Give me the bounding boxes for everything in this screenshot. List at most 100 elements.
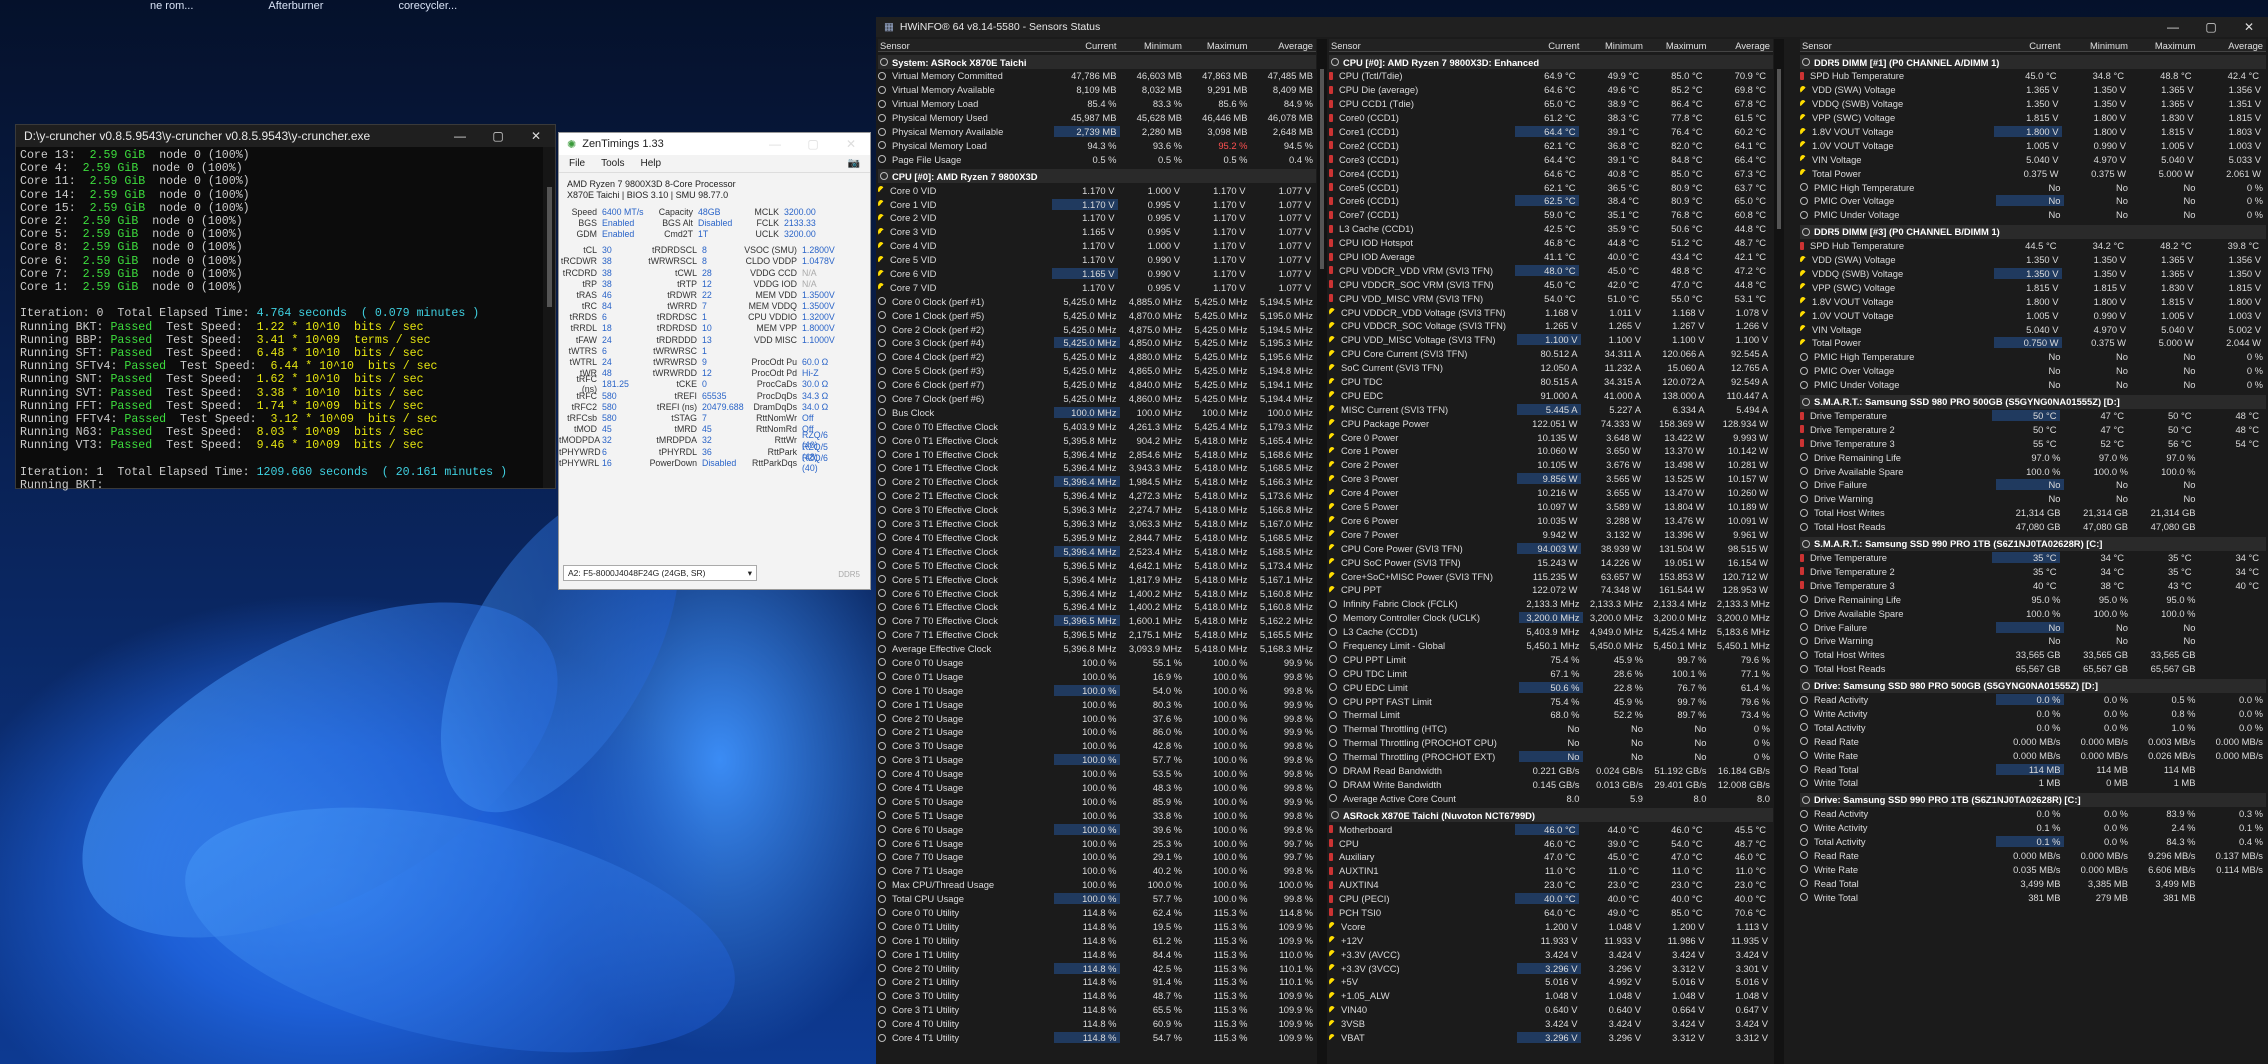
sensor-row[interactable]: CPU VDDCR_VDD Voltage (SVI3 TFN) 1.168 V1… (1329, 305, 1773, 319)
sensor-row[interactable]: Total Activity 0.0 % 0.0 % 1.0 % 0.0 % (1800, 720, 2266, 734)
sensor-row[interactable]: 1.0V VOUT Voltage 1.005 V 0.990 V 1.005 V 1.… (1800, 138, 2266, 152)
sensor-row[interactable]: Infinity Fabric Clock (FCLK) 2,133.3 MHz 2… (1329, 597, 1773, 611)
sensor-row[interactable]: Total Host Writes 21,314 GB 21,314 GB 21,31… (1800, 506, 2266, 520)
sensor-row[interactable]: Motherboard 46.0 °C 44.0 °C 46.0 °C 45.5 °C (1329, 822, 1773, 836)
sensor-row[interactable]: Core1 (CCD1) 64.4 °C 39.1 °C 76.4 °C 60.2 °C (1329, 125, 1773, 139)
hwinfo-sensors-window[interactable]: ▦ HWiNFO® 64 v8.14-5580 - Sensors Status… (876, 17, 2268, 1064)
sensor-row[interactable]: VBAT 3.296 V 3.296 V 3.312 V 3.312 V (1329, 1031, 1773, 1045)
sensor-row[interactable]: SoC Current (SVI3 TFN) 12.050 A 11.232 A 15… (1329, 361, 1773, 375)
sensor-row[interactable]: Drive Temperature 3 55 °C 52 °C 56 °C 54 °C (1800, 436, 2266, 450)
sensor-row[interactable]: Total Power 0.375 W 0.375 W 5.000 W 2.061 W (1800, 166, 2266, 180)
minimize-icon[interactable]: — (2154, 20, 2192, 34)
sensor-row[interactable]: Drive Temperature 50 °C 47 °C 50 °C 48 °C (1800, 409, 2266, 423)
sensor-row[interactable]: CPU VDDCR_SOC Voltage (SVI3 TFN) 1.265 V1… (1329, 319, 1773, 333)
sensor-group-header[interactable]: S.M.A.R.T.: Samsung SSD 980 PRO 500GB (S… (1800, 394, 2266, 409)
sensor-group-header[interactable]: Drive: Samsung SSD 990 PRO 1TB (S6Z1NJ0T… (1800, 792, 2266, 807)
sensor-row[interactable]: SPD Hub Temperature 44.5 °C 34.2 °C 48.2 °C… (1800, 239, 2266, 253)
console-titlebar[interactable]: D:\y-cruncher v0.8.5.9543\y-cruncher v0.… (16, 125, 555, 147)
sensor-row[interactable]: Core 6 T1 Usage 100.0 % 25.3 % 100.0 % 99.7 … (878, 836, 1316, 850)
sensor-row[interactable]: Total Power 0.750 W 0.375 W 5.000 W 2.044 W (1800, 336, 2266, 350)
sensor-row[interactable]: +3.3V (AVCC) 3.424 V 3.424 V 3.424 V 3.424 V (1329, 947, 1773, 961)
sensor-row[interactable]: Thermal Throttling (HTC) No No No 0 % (1329, 722, 1773, 736)
menu-file[interactable]: File (569, 158, 585, 169)
sensor-row[interactable]: Core7 (CCD1) 59.0 °C 35.1 °C 76.8 °C 60.8 °C (1329, 208, 1773, 222)
minimize-icon[interactable]: — (441, 129, 479, 143)
sensor-row[interactable]: Core 3 Power 9.856 W 3.565 W 13.525 W 10.157… (1329, 472, 1773, 486)
sensor-row[interactable]: PMIC High Temperature No No No 0 % (1800, 350, 2266, 364)
sensor-row[interactable]: Core 4 T0 Effective Clock 5,395.9 MHz 2,84… (878, 531, 1316, 545)
sensor-row[interactable]: Write Rate 0.000 MB/s 0.000 MB/s 0.026 MB/s… (1800, 748, 2266, 762)
sensor-row[interactable]: Write Total 1 MB 0 MB 1 MB (1800, 776, 2266, 790)
sensor-row[interactable]: Core 6 T0 Usage 100.0 % 39.6 % 100.0 % 99.8 … (878, 822, 1316, 836)
sensor-row[interactable]: DRAM Read Bandwidth 0.221 GB/s 0.024 GB/s 5… (1329, 764, 1773, 778)
sensor-row[interactable]: Virtual Memory Committed 47,786 MB 46,603 … (878, 69, 1316, 83)
sensor-row[interactable]: PMIC High Temperature No No No 0 % (1800, 180, 2266, 194)
zentimings-titlebar[interactable]: ✺ ZenTimings 1.33 — ▢ ✕ (559, 133, 870, 155)
sensor-row[interactable]: CPU IOD Average 41.1 °C 40.0 °C 43.4 °C 42.1… (1329, 250, 1773, 264)
sensor-row[interactable]: Physical Memory Used 45,987 MB 45,628 MB 46… (878, 111, 1316, 125)
sensor-row[interactable]: Thermal Throttling (PROCHOT CPU) No No No 0 … (1329, 736, 1773, 750)
sensor-row[interactable]: Read Activity 0.0 % 0.0 % 83.9 % 0.3 % (1800, 807, 2266, 821)
sensor-row[interactable]: Write Rate 0.035 MB/s 0.000 MB/s 6.606 MB/s… (1800, 862, 2266, 876)
sensor-row[interactable]: Virtual Memory Available 8,109 MB 8,032 MB… (878, 83, 1316, 97)
sensor-row[interactable]: Core 3 VID 1.165 V 0.995 V 1.170 V 1.077 V (878, 225, 1316, 239)
sensor-row[interactable]: Total Host Writes 33,565 GB 33,565 GB 33,56… (1800, 648, 2266, 662)
sensor-group-header[interactable]: ASRock X870E Taichi (Nuvoton NCT6799D) (1329, 808, 1773, 823)
sensor-group-header[interactable]: DDR5 DIMM [#1] (P0 CHANNEL A/DIMM 1) (1800, 55, 2266, 69)
sensor-row[interactable]: Core 6 T0 Effective Clock 5,396.4 MHz 1,40… (878, 586, 1316, 600)
sensor-row[interactable]: Physical Memory Load 94.3 % 93.6 % 95.2 % 94… (878, 138, 1316, 152)
sensor-row[interactable]: Core 5 Clock (perf #3) 5,425.0 MHz 4,865.0… (878, 364, 1316, 378)
y-cruncher-console-window[interactable]: D:\y-cruncher v0.8.5.9543\y-cruncher v0.… (15, 124, 556, 492)
sensor-row[interactable]: VDDQ (SWB) Voltage 1.350 V 1.350 V 1.365 V1… (1800, 267, 2266, 281)
sensor-row[interactable]: Core 4 T0 Utility 114.8 % 60.9 % 115.3 % 109… (878, 1017, 1316, 1031)
column-header-average[interactable]: Average (2199, 40, 2267, 51)
sensor-row[interactable]: AUXTIN4 23.0 °C 23.0 °C 23.0 °C 23.0 °C (1329, 878, 1773, 892)
sensor-row[interactable]: Drive Warning No No No (1800, 634, 2266, 648)
sensor-row[interactable]: Core 4 VID 1.170 V 1.000 V 1.170 V 1.077 V (878, 239, 1316, 253)
sensor-row[interactable]: Core 7 VID 1.170 V 0.995 V 1.170 V 1.077 V (878, 280, 1316, 294)
sensor-row[interactable]: Total Activity 0.1 % 0.0 % 84.3 % 0.4 % (1800, 835, 2266, 849)
column-header-minimum[interactable]: Minimum (1120, 40, 1186, 51)
close-icon[interactable]: ✕ (2230, 20, 2268, 34)
sensor-row[interactable]: Core 6 Clock (perf #7) 5,425.0 MHz 4,840.0… (878, 378, 1316, 392)
sensor-row[interactable]: VPP (SWC) Voltage 1.815 V 1.800 V 1.830 V 1.… (1800, 111, 2266, 125)
sensor-row[interactable]: Read Rate 0.000 MB/s 0.000 MB/s 0.003 MB/s 0… (1800, 734, 2266, 748)
column-header-maximum[interactable]: Maximum (1646, 40, 1710, 51)
sensor-row[interactable]: Core 1 T0 Utility 114.8 % 61.2 % 115.3 % 109… (878, 933, 1316, 947)
sensor-row[interactable]: PMIC Over Voltage No No No 0 % (1800, 364, 2266, 378)
sensor-row[interactable]: 1.0V VOUT Voltage 1.005 V 0.990 V 1.005 V 1.… (1800, 308, 2266, 322)
sensor-row[interactable]: Core 0 T1 Usage 100.0 % 16.9 % 100.0 % 99.8 … (878, 669, 1316, 683)
maximize-icon[interactable]: ▢ (2192, 20, 2230, 34)
sensor-row[interactable]: Vcore 1.200 V 1.048 V 1.200 V 1.113 V (1329, 919, 1773, 933)
sensor-row[interactable]: CPU Core Power (SVI3 TFN) 94.003 W 38.939 … (1329, 541, 1773, 555)
sensor-row[interactable]: Drive Failure No No No (1800, 478, 2266, 492)
sensor-row[interactable]: Write Activity 0.1 % 0.0 % 2.4 % 0.1 % (1800, 821, 2266, 835)
sensor-row[interactable]: PMIC Under Voltage No No No 0 % (1800, 208, 2266, 222)
sensor-row[interactable]: Core 1 T1 Usage 100.0 % 80.3 % 100.0 % 99.9 … (878, 697, 1316, 711)
sensor-row[interactable]: Drive Remaining Life 95.0 % 95.0 % 95.0 % (1800, 592, 2266, 606)
sensor-row[interactable]: Core 2 Power 10.105 W 3.676 W 13.498 W 10.28… (1329, 458, 1773, 472)
sensor-row[interactable]: VDD (SWA) Voltage 1.350 V 1.350 V 1.365 V 1.… (1800, 253, 2266, 267)
sensor-row[interactable]: Read Total 3,499 MB 3,385 MB 3,499 MB (1800, 876, 2266, 890)
sensor-row[interactable]: PCH TSI0 64.0 °C 49.0 °C 85.0 °C 70.6 °C (1329, 906, 1773, 920)
column-header-current[interactable]: Current (1054, 40, 1120, 51)
zentimings-window[interactable]: ✺ ZenTimings 1.33 — ▢ ✕ File Tools Help … (558, 132, 871, 590)
sensor-row[interactable]: Drive Failure No No No (1800, 620, 2266, 634)
sensor-row[interactable]: DRAM Write Bandwidth 0.145 GB/s 0.013 GB/s… (1329, 777, 1773, 791)
sensor-row[interactable]: Core 1 Power 10.060 W 3.650 W 13.370 W 10.14… (1329, 444, 1773, 458)
sensor-row[interactable]: SPD Hub Temperature 45.0 °C 34.8 °C 48.8 °C… (1800, 69, 2266, 83)
sensor-row[interactable]: Auxiliary 47.0 °C 45.0 °C 47.0 °C 46.0 °C (1329, 850, 1773, 864)
sensor-row[interactable]: L3 Cache (CCD1) 5,403.9 MHz 4,949.0 MHz 5,4… (1329, 625, 1773, 639)
sensor-row[interactable]: Write Total 381 MB 279 MB 381 MB (1800, 890, 2266, 904)
sensor-row[interactable]: Core 4 T1 Effective Clock 5,396.4 MHz 2,52… (878, 544, 1316, 558)
sensor-row[interactable]: Core 1 T1 Effective Clock 5,396.4 MHz 3,94… (878, 461, 1316, 475)
sensor-row[interactable]: Core 5 Power 10.097 W 3.589 W 13.804 W 10.18… (1329, 500, 1773, 514)
sensor-row[interactable]: PMIC Under Voltage No No No 0 % (1800, 378, 2266, 392)
sensor-row[interactable]: +5V 5.016 V 4.992 V 5.016 V 5.016 V (1329, 975, 1773, 989)
sensor-row[interactable]: Core 3 T1 Effective Clock 5,396.3 MHz 3,06… (878, 517, 1316, 531)
sensor-row[interactable]: Core5 (CCD1) 62.1 °C 36.5 °C 80.9 °C 63.7 °C (1329, 180, 1773, 194)
sensor-row[interactable]: Total Host Reads 65,567 GB 65,567 GB 65,567… (1800, 662, 2266, 676)
sensor-row[interactable]: Core 4 T1 Usage 100.0 % 48.3 % 100.0 % 99.8 … (878, 781, 1316, 795)
sensor-row[interactable]: CPU TDC Limit 67.1 % 28.6 % 100.1 % 77.1 % (1329, 666, 1773, 680)
sensor-row[interactable]: Average Active Core Count 8.0 5.9 8.0 8.0 (1329, 791, 1773, 805)
